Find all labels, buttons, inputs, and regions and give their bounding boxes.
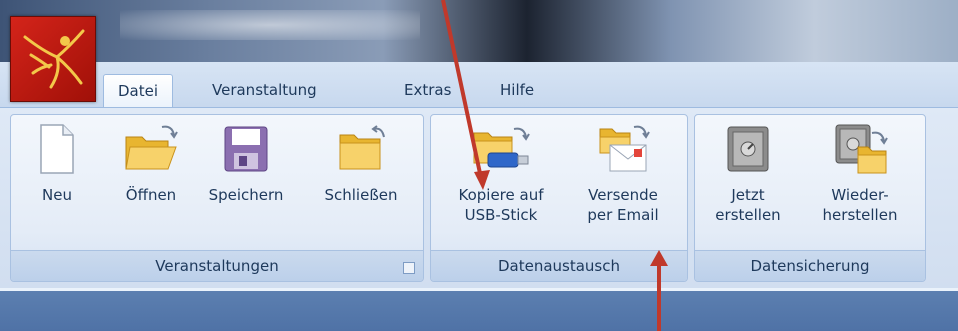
copy-to-usb-button[interactable]: Kopiere auf USB-Stick <box>439 123 563 247</box>
group-label-datensicherung: Datensicherung <box>695 250 925 281</box>
copy-to-usb-button-label: Kopiere auf USB-Stick <box>458 186 544 224</box>
group-datenaustausch: Kopiere auf USB-Stick Versende per Email… <box>430 114 688 282</box>
close-folder-icon <box>339 125 385 170</box>
restore-backup-button-label: Wieder- herstellen <box>822 186 898 224</box>
title-bar <box>0 0 958 62</box>
new-button[interactable]: Neu <box>27 123 87 247</box>
safe-icon <box>727 126 769 172</box>
new-button-label: Neu <box>42 186 72 204</box>
group-label-datenaustausch: Datenaustausch <box>431 250 687 281</box>
close-button[interactable]: Schließen <box>307 123 415 247</box>
email-folder-icon <box>599 125 650 172</box>
group-label-veranstaltungen: Veranstaltungen <box>11 250 423 281</box>
close-button-label: Schließen <box>324 186 398 204</box>
app-logo[interactable] <box>10 16 96 102</box>
save-button-label: Speichern <box>208 186 284 204</box>
create-backup-button[interactable]: Jetzt erstellen <box>703 123 793 247</box>
tab-hilfe[interactable]: Hilfe <box>486 74 548 106</box>
ribbon-panel: Neu Öffnen Speichern Schließen Veranstal… <box>0 107 958 288</box>
ribbon-tab-strip: Datei Veranstaltung Extras Hilfe <box>0 62 958 109</box>
dancer-logo-icon <box>23 29 85 89</box>
status-band <box>0 291 958 331</box>
new-document-icon <box>40 124 74 174</box>
tab-extras[interactable]: Extras <box>390 74 465 106</box>
title-bar-glare <box>120 10 420 40</box>
save-button[interactable]: Speichern <box>197 123 295 247</box>
send-email-button[interactable]: Versende per Email <box>571 123 675 247</box>
usb-stick-folder-icon <box>473 127 530 168</box>
open-button-label: Öffnen <box>125 186 177 204</box>
create-backup-button-label: Jetzt erstellen <box>715 186 781 224</box>
open-folder-icon <box>125 125 178 170</box>
dialog-launcher-icon[interactable] <box>403 262 415 274</box>
tab-veranstaltung[interactable]: Veranstaltung <box>198 74 331 106</box>
send-email-button-label: Versende per Email <box>587 186 659 224</box>
restore-backup-button[interactable]: Wieder- herstellen <box>805 123 915 247</box>
safe-restore-icon <box>835 124 888 174</box>
open-button[interactable]: Öffnen <box>115 123 187 247</box>
tab-datei[interactable]: Datei <box>103 74 174 109</box>
group-veranstaltungen: Neu Öffnen Speichern Schließen Veranstal… <box>10 114 424 282</box>
group-datensicherung: Jetzt erstellen Wieder- herstellen Daten… <box>694 114 926 282</box>
save-disk-icon <box>224 126 268 172</box>
